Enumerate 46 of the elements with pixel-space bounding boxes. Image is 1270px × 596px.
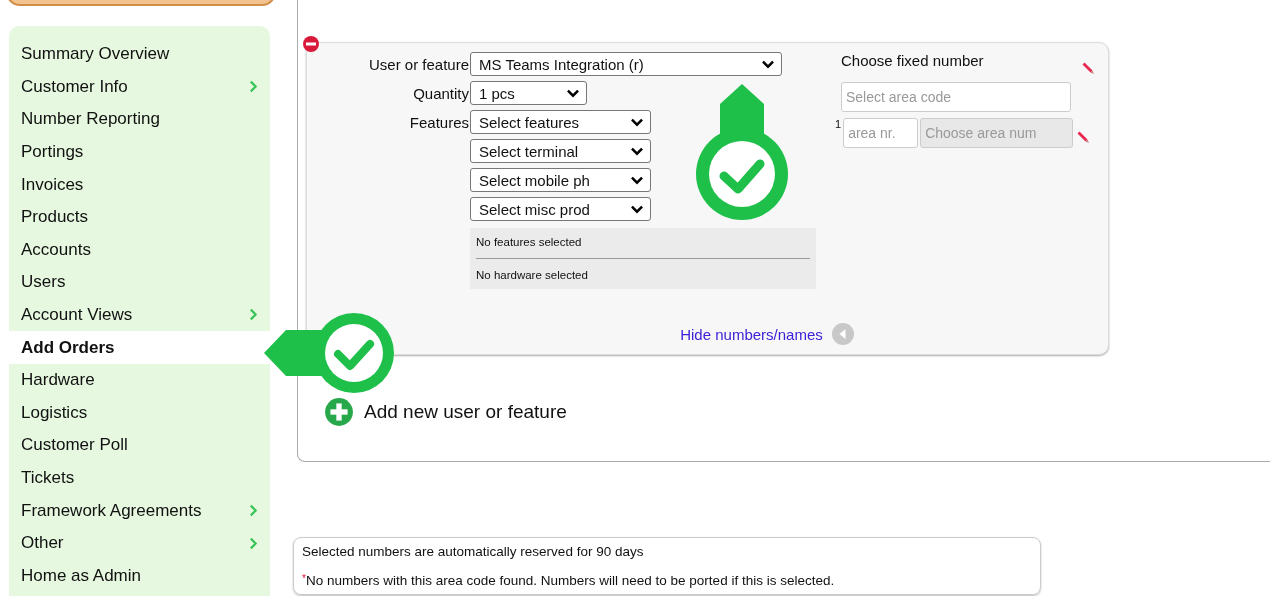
sidebar-item[interactable]: Portings <box>9 135 270 169</box>
sidebar-item[interactable]: Users <box>9 266 270 299</box>
sidebar-item[interactable]: Logistics <box>9 396 270 430</box>
sidebar-item[interactable]: Framework Agreements <box>9 494 270 527</box>
chevron-down-icon <box>566 88 580 98</box>
sidebar-item[interactable]: Products <box>9 200 270 234</box>
field-label: Features <box>408 113 470 131</box>
dropdown[interactable]: Select features <box>470 110 651 134</box>
dropdown[interactable]: Select mobile ph <box>470 168 651 192</box>
remove-icon[interactable] <box>302 35 320 53</box>
sidebar-item[interactable]: Number Reporting <box>9 103 270 136</box>
sidebar-item[interactable]: Customer Poll <box>9 429 270 462</box>
chevron-down-icon <box>630 146 644 156</box>
chevron-down-icon <box>630 175 644 185</box>
add-user-label[interactable]: Add new user or feature <box>364 401 567 423</box>
pencil-icon[interactable] <box>1075 129 1092 145</box>
sidebar-item[interactable]: Customer Info <box>9 70 270 104</box>
section-title: Choose fixed number <box>841 52 984 71</box>
chevron-down-icon <box>630 117 644 127</box>
pencil-icon[interactable] <box>1080 60 1096 76</box>
add-icon[interactable] <box>324 397 354 427</box>
sidebar-item[interactable]: Accounts <box>9 233 270 267</box>
field-label: User or feature <box>367 55 470 73</box>
hide-numbers-link[interactable]: Hide numbers/names <box>680 325 823 343</box>
sidebar-item[interactable]: Account Views <box>9 298 270 332</box>
sidebar-item[interactable]: Invoices <box>9 168 270 201</box>
dropdown[interactable]: MS Teams Integration (r) <box>470 52 782 76</box>
area-nr-field[interactable]: area nr. <box>843 118 919 148</box>
field-label: Quantity <box>412 84 470 102</box>
note-text: Selected numbers are automatically reserved for 90 days <box>302 544 645 559</box>
sidebar-item[interactable]: Add Orders <box>9 331 270 364</box>
dropdown[interactable]: Select misc prod <box>470 197 651 221</box>
note-text: *No numbers with this area code found. Numbers will need to be ported if this is selected. <box>302 573 836 588</box>
chevron-down-icon <box>761 59 775 69</box>
summary-text: No hardware selected <box>476 268 589 283</box>
summary-text: No features selected <box>476 235 583 250</box>
row-number: 1 <box>835 118 842 130</box>
sidebar-item[interactable]: Summary Overview <box>9 37 270 71</box>
sidebar-item[interactable]: Other <box>9 526 270 560</box>
dropdown[interactable]: Select terminal <box>470 139 651 163</box>
chevron-down-icon <box>630 204 644 214</box>
sidebar-item[interactable]: Tickets <box>9 461 270 495</box>
area-code-field[interactable]: Select area code <box>841 82 1071 112</box>
sidebar-item[interactable]: Home as Admin <box>9 559 270 592</box>
dropdown[interactable]: 1 pcs <box>470 81 587 105</box>
sidebar-item[interactable]: Hardware <box>9 363 270 397</box>
